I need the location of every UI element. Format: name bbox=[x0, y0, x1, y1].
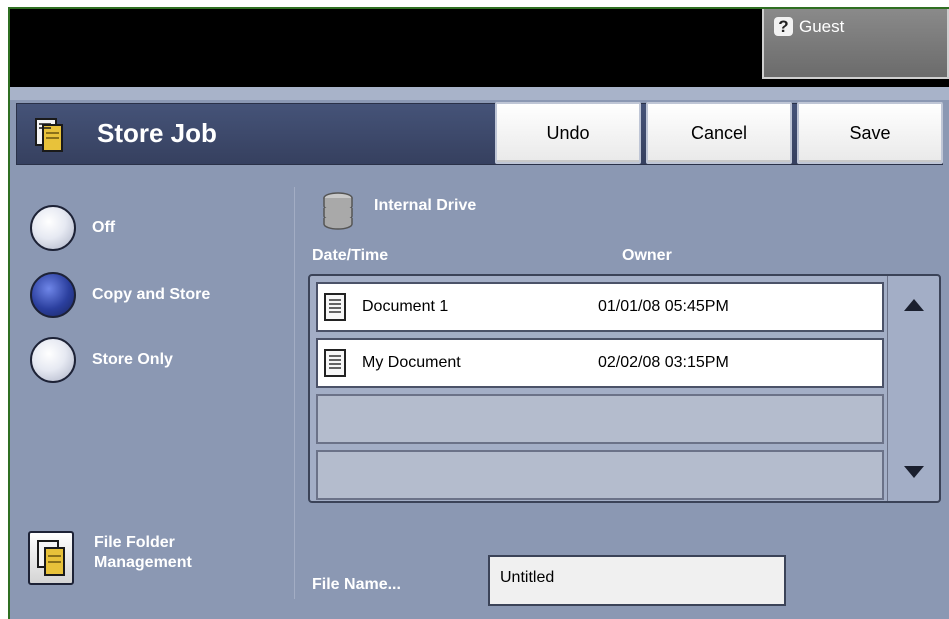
option-store-only[interactable]: Store Only bbox=[30, 337, 173, 383]
file-folder-management-label: File Folder Management bbox=[94, 533, 234, 573]
option-off[interactable]: Off bbox=[30, 205, 115, 251]
scrollbar[interactable] bbox=[887, 276, 939, 501]
store-job-icon bbox=[35, 118, 63, 152]
page-title: Store Job bbox=[97, 118, 217, 148]
option-copy-and-store-label: Copy and Store bbox=[92, 286, 211, 303]
file-name-field[interactable]: Untitled bbox=[488, 555, 786, 606]
document-icon bbox=[324, 349, 346, 377]
radio-store-only[interactable] bbox=[30, 337, 76, 383]
option-store-only-label: Store Only bbox=[92, 351, 173, 368]
arrow-down-icon bbox=[903, 466, 924, 478]
list-item-empty[interactable] bbox=[316, 450, 884, 500]
arrow-up-icon bbox=[903, 299, 924, 311]
top-bar: ? Guest bbox=[10, 9, 949, 87]
file-folder-management-button[interactable] bbox=[28, 531, 74, 585]
file-name-label: File Name... bbox=[312, 576, 401, 593]
list-item-empty[interactable] bbox=[316, 394, 884, 444]
list-item[interactable]: My Document 02/02/08 03:15PM bbox=[316, 338, 884, 388]
document-list: Document 1 01/01/08 05:45PM My Document … bbox=[308, 274, 941, 503]
help-icon: ? bbox=[774, 17, 793, 36]
folder-label-line2: Management bbox=[94, 554, 192, 571]
guest-label: Guest bbox=[799, 17, 845, 36]
radio-copy-and-store[interactable] bbox=[30, 272, 76, 318]
vertical-divider bbox=[294, 187, 295, 599]
column-header-datetime: Date/Time bbox=[312, 247, 389, 264]
option-copy-and-store[interactable]: Copy and Store bbox=[30, 272, 210, 318]
separator-strip bbox=[10, 87, 949, 100]
folder-icon bbox=[37, 540, 65, 576]
app-frame: ? Guest Store Job Undo Cancel Save Off C… bbox=[8, 7, 949, 619]
undo-button[interactable]: Undo bbox=[495, 102, 641, 164]
scroll-down-button[interactable] bbox=[888, 443, 939, 501]
radio-off[interactable] bbox=[30, 205, 76, 251]
document-date: 01/01/08 05:45PM bbox=[598, 298, 729, 315]
drive-label: Internal Drive bbox=[374, 197, 477, 214]
guest-button[interactable]: ? Guest bbox=[762, 9, 949, 79]
folder-label-line1: File Folder bbox=[94, 534, 175, 551]
document-name: My Document bbox=[362, 354, 461, 371]
document-date: 02/02/08 03:15PM bbox=[598, 354, 729, 371]
list-item[interactable]: Document 1 01/01/08 05:45PM bbox=[316, 282, 884, 332]
option-off-label: Off bbox=[92, 219, 116, 236]
scroll-up-button[interactable] bbox=[888, 276, 939, 334]
column-header-owner: Owner bbox=[622, 247, 672, 264]
save-button[interactable]: Save bbox=[797, 102, 943, 164]
header-bar: Store Job Undo Cancel Save bbox=[16, 102, 943, 165]
document-name: Document 1 bbox=[362, 298, 449, 315]
document-icon bbox=[324, 293, 346, 321]
cancel-button[interactable]: Cancel bbox=[646, 102, 792, 164]
drive-icon bbox=[323, 192, 353, 230]
